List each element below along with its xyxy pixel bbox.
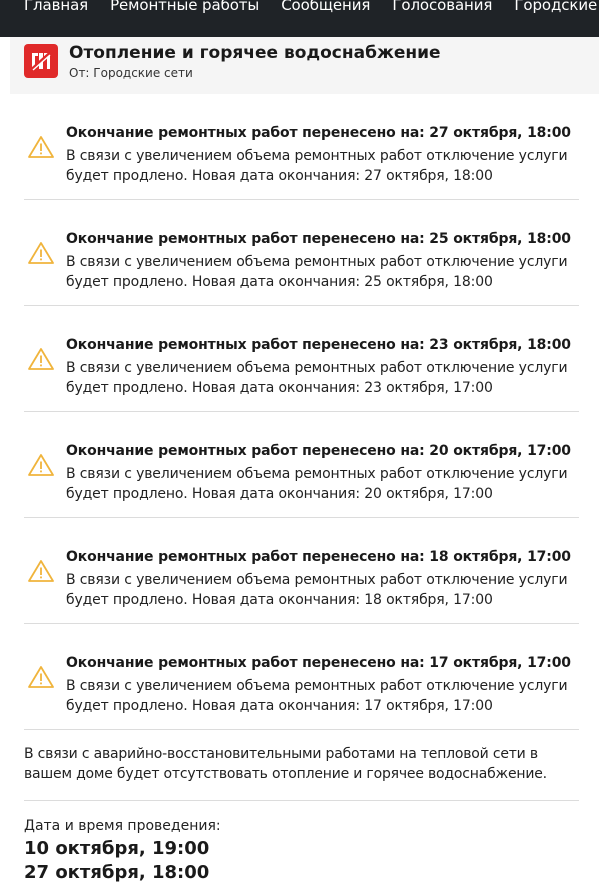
update-item: Окончание ремонтных работ перенесено на:…	[24, 94, 579, 200]
update-body: В связи с увеличением объема ремонтных р…	[66, 572, 568, 608]
update-item: Окончание ремонтных работ перенесено на:…	[24, 306, 579, 412]
update-body: В связи с увеличением объема ремонтных р…	[66, 254, 568, 290]
notice-source: От: Городские сети	[69, 66, 193, 80]
update-title: Окончание ремонтных работ перенесено на:…	[66, 443, 571, 459]
nav-item-messages[interactable]: Сообщения	[281, 0, 370, 15]
update-item: Окончание ремонтных работ перенесено на:…	[24, 518, 579, 624]
heating-icon	[29, 50, 53, 72]
schedule-label: Дата и время проведения:	[24, 818, 221, 834]
update-item: Окончание ремонтных работ перенесено на:…	[24, 200, 579, 306]
warning-icon	[28, 666, 54, 688]
update-title: Окончание ремонтных работ перенесено на:…	[66, 549, 571, 565]
schedule-start: 10 октября, 19:00	[24, 838, 210, 859]
update-body: В связи с увеличением объема ремонтных р…	[66, 360, 568, 396]
heating-service-logo	[24, 44, 58, 78]
nav-item-home[interactable]: Главная	[24, 0, 88, 15]
top-navigation: Главная Ремонтные работы Сообщения Голос…	[0, 0, 599, 37]
warning-icon	[28, 136, 54, 158]
page-title: Отопление и горячее водоснабжение	[69, 43, 441, 63]
update-title: Окончание ремонтных работ перенесено на:…	[66, 655, 571, 671]
nav-item-city-alerts[interactable]: Городские опове	[514, 0, 599, 15]
warning-icon	[28, 560, 54, 582]
update-body: В связи с увеличением объема ремонтных р…	[66, 148, 568, 184]
update-title: Окончание ремонтных работ перенесено на:…	[66, 231, 571, 247]
nav-item-votes[interactable]: Голосования	[392, 0, 492, 15]
update-body: В связи с увеличением объема ремонтных р…	[66, 678, 568, 714]
update-item: Окончание ремонтных работ перенесено на:…	[24, 624, 579, 730]
warning-icon	[28, 348, 54, 370]
warning-icon	[28, 454, 54, 476]
updates-list: Окончание ремонтных работ перенесено на:…	[24, 94, 579, 730]
divider	[24, 800, 579, 801]
update-title: Окончание ремонтных работ перенесено на:…	[66, 337, 571, 353]
update-item: Окончание ремонтных работ перенесено на:…	[24, 412, 579, 518]
warning-icon	[28, 242, 54, 264]
schedule-end: 27 октября, 18:00	[24, 862, 210, 883]
nav-item-repairs[interactable]: Ремонтные работы	[110, 0, 259, 15]
notice-description: В связи с аварийно-восстановительными ра…	[24, 746, 547, 782]
notice-header: Отопление и горячее водоснабжение От: Го…	[10, 37, 599, 94]
update-title: Окончание ремонтных работ перенесено на:…	[66, 125, 571, 141]
update-body: В связи с увеличением объема ремонтных р…	[66, 466, 568, 502]
